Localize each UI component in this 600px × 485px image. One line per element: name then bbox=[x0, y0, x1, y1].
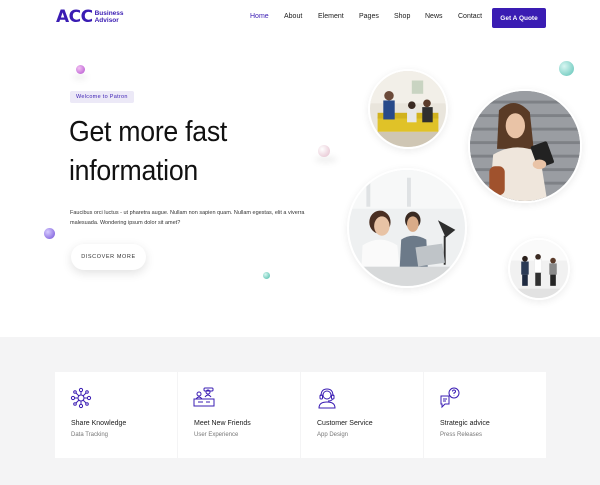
purple-sphere-decoration bbox=[44, 228, 55, 239]
small-teal-sphere-decoration bbox=[263, 272, 270, 279]
feature-title: Strategic advice bbox=[440, 420, 490, 427]
logo-line-1: Business bbox=[94, 10, 124, 17]
hero-title-line-1: Get more fast bbox=[69, 116, 228, 148]
white-sphere-decoration bbox=[318, 145, 330, 157]
nav-news[interactable]: News bbox=[425, 13, 443, 20]
headset-icon bbox=[318, 388, 336, 409]
site-header: ACC Business Advisor Home About Element … bbox=[0, 0, 600, 38]
discover-more-button[interactable]: DISCOVER MORE bbox=[71, 244, 146, 270]
logo-text: Business Advisor bbox=[95, 10, 124, 24]
business-meeting-photo bbox=[508, 238, 570, 300]
feature-subtitle: Press Releases bbox=[440, 432, 483, 438]
nav-home[interactable]: Home bbox=[250, 13, 269, 20]
hero-title: Get more fast information bbox=[69, 113, 281, 191]
pink-sphere-decoration bbox=[76, 65, 85, 74]
hero-description: Faucibus orci luctus - ut pharetra augue… bbox=[70, 210, 305, 226]
logo-mark: ACC bbox=[56, 7, 93, 27]
feature-card-meet-new-friends[interactable]: Meet New Friends User Experience bbox=[178, 372, 300, 458]
woman-with-tablet-photo bbox=[468, 89, 582, 203]
nav-shop[interactable]: Shop bbox=[394, 13, 410, 20]
nav-about[interactable]: About bbox=[284, 13, 302, 20]
sphere-shadow bbox=[315, 156, 337, 163]
feature-subtitle: User Experience bbox=[194, 432, 239, 438]
feature-card-share-knowledge[interactable]: Share Knowledge Data Tracking bbox=[55, 372, 177, 458]
feature-title: Meet New Friends bbox=[194, 420, 251, 427]
logo-line-2: Advisor bbox=[94, 17, 119, 24]
hero-title-line-2: information bbox=[69, 155, 198, 187]
nav-pages[interactable]: Pages bbox=[359, 13, 379, 20]
network-icon bbox=[70, 387, 92, 409]
sphere-shadow bbox=[73, 74, 87, 80]
nav-element[interactable]: Element bbox=[318, 13, 344, 20]
logo[interactable]: ACC Business Advisor bbox=[56, 8, 124, 26]
feature-title: Customer Service bbox=[317, 420, 373, 427]
welcome-badge: Welcome to Patron bbox=[70, 91, 134, 103]
chat-question-icon bbox=[440, 387, 460, 409]
call-center-photo bbox=[347, 168, 467, 288]
get-a-quote-button[interactable]: Get A Quote bbox=[492, 8, 546, 28]
nav-contact[interactable]: Contact bbox=[458, 13, 482, 20]
teal-sphere-decoration bbox=[559, 61, 574, 76]
feature-subtitle: App Design bbox=[317, 432, 349, 438]
team-photo-office bbox=[368, 69, 448, 149]
feature-card-strategic-advice[interactable]: Strategic advice Press Releases bbox=[424, 372, 546, 458]
meeting-icon bbox=[193, 387, 215, 407]
feature-card-customer-service[interactable]: Customer Service App Design bbox=[301, 372, 423, 458]
feature-title: Share Knowledge bbox=[71, 420, 127, 427]
feature-subtitle: Data Tracking bbox=[71, 432, 109, 438]
